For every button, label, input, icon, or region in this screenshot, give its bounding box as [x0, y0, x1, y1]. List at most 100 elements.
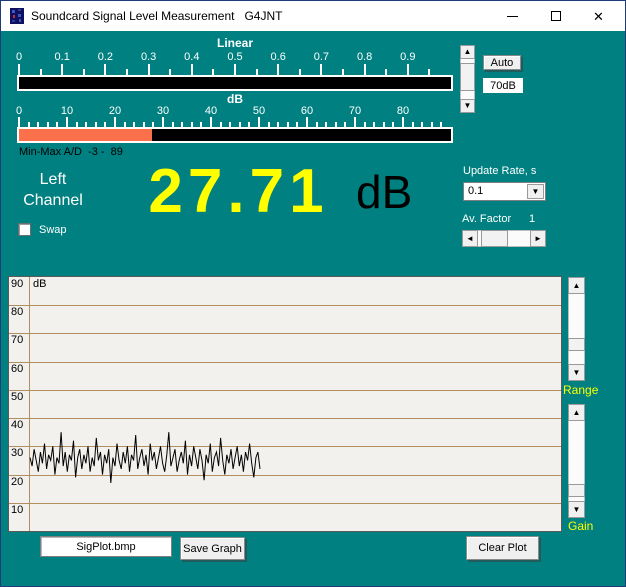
linear-major-tick: [191, 64, 193, 75]
db-tick-label: 30: [148, 105, 178, 117]
chevron-down-icon: ▼: [532, 188, 540, 196]
scale-scrollbar[interactable]: ▲ ▼: [460, 45, 475, 113]
db-major-tick: [210, 117, 212, 127]
close-button[interactable]: ✕: [577, 1, 620, 31]
linear-meter-title: Linear: [1, 36, 469, 50]
av-factor-label: Av. Factor: [462, 213, 511, 225]
channel-label-line2: Channel: [9, 190, 97, 211]
linear-tick-label: 0.3: [134, 51, 164, 63]
up-arrow-icon: ▲: [464, 48, 472, 56]
save-graph-button-label: Save Graph: [183, 543, 242, 555]
gain-scrollbar-up-button[interactable]: ▲: [568, 404, 585, 421]
linear-scale-labels: 00.10.20.30.40.50.60.70.80.9: [19, 51, 451, 64]
linear-major-tick: [364, 64, 366, 75]
signal-plot: dB 908070605040302010: [8, 276, 562, 532]
range-scrollbar-up-button[interactable]: ▲: [568, 277, 585, 294]
channel-label-line1: Left: [9, 169, 97, 190]
linear-tick-label: 0.4: [177, 51, 207, 63]
scale-range-display: 70dB: [483, 78, 523, 93]
window-title: Soundcard Signal Level Measurement G4JNT: [31, 1, 282, 31]
auto-button-label: Auto: [491, 57, 514, 69]
filename-value: SigPlot.bmp: [76, 541, 135, 553]
clear-plot-button[interactable]: Clear Plot: [466, 536, 539, 560]
linear-tick-label: 0.2: [90, 51, 120, 63]
plot-y-tick-label: 80: [11, 306, 23, 318]
db-tick-label: 40: [196, 105, 226, 117]
plot-y-tick-label: 20: [11, 476, 23, 488]
plot-y-tick-label: 30: [11, 447, 23, 459]
app-icon: [9, 8, 25, 24]
range-scrollbar-down-button[interactable]: ▼: [568, 364, 585, 381]
linear-scale-ticks: [19, 64, 451, 75]
db-major-tick: [402, 117, 404, 127]
minimize-button[interactable]: [491, 1, 534, 31]
scale-scrollbar-thumb[interactable]: [460, 63, 475, 91]
db-tick-label: 50: [244, 105, 274, 117]
db-tick-label: 70: [340, 105, 370, 117]
db-major-tick: [354, 117, 356, 127]
plot-y-tick-label: 90: [11, 278, 23, 290]
title-bar: Soundcard Signal Level Measurement G4JNT…: [1, 1, 625, 31]
db-major-tick: [18, 117, 20, 127]
range-scrollbar[interactable]: ▲ ▼: [568, 277, 585, 381]
db-major-tick: [162, 117, 164, 127]
filename-input[interactable]: SigPlot.bmp: [40, 536, 172, 557]
down-arrow-icon: ▼: [573, 369, 581, 377]
av-factor-thumb[interactable]: [481, 230, 508, 247]
maximize-button[interactable]: [534, 1, 577, 31]
plot-y-tick-label: 10: [11, 504, 23, 516]
plot-y-tick-label: 50: [11, 391, 23, 403]
gain-scrollbar-thumb[interactable]: [568, 484, 585, 497]
range-label: Range: [563, 383, 598, 397]
linear-tick-label: 0.8: [350, 51, 380, 63]
update-rate-dropdown[interactable]: 0.1 ▼: [463, 182, 546, 201]
left-arrow-icon: ◄: [466, 235, 474, 243]
db-tick-label: 80: [388, 105, 418, 117]
db-tick-label: 60: [292, 105, 322, 117]
db-level-meter: [17, 127, 453, 143]
up-arrow-icon: ▲: [573, 409, 581, 417]
minimize-icon: [507, 16, 518, 17]
linear-major-tick: [104, 64, 106, 75]
save-graph-button[interactable]: Save Graph: [180, 537, 245, 560]
gain-label: Gain: [568, 519, 593, 533]
down-arrow-icon: ▼: [573, 506, 581, 514]
db-tick-label: 0: [4, 105, 34, 117]
gain-scrollbar[interactable]: ▲ ▼: [568, 404, 585, 518]
linear-tick-label: 0.1: [47, 51, 77, 63]
update-rate-value: 0.1: [468, 185, 483, 197]
linear-major-tick: [234, 64, 236, 75]
gain-scrollbar-down-button[interactable]: ▼: [568, 501, 585, 518]
right-arrow-icon: ►: [534, 235, 542, 243]
scale-scrollbar-up-button[interactable]: ▲: [460, 45, 475, 59]
plot-unit-label: dB: [33, 278, 46, 290]
db-tick-label: 10: [52, 105, 82, 117]
linear-tick-label: 0.7: [306, 51, 336, 63]
linear-tick-label: 0.6: [263, 51, 293, 63]
db-major-tick: [306, 117, 308, 127]
db-major-tick: [66, 117, 68, 127]
linear-tick-label: 0.9: [393, 51, 423, 63]
plot-y-tick-label: 70: [11, 334, 23, 346]
plot-y-tick-label: 60: [11, 363, 23, 375]
maximize-icon: [551, 11, 561, 21]
close-icon: ✕: [593, 10, 604, 23]
clear-plot-button-label: Clear Plot: [478, 542, 526, 554]
minmax-readout: Min-Max A/D -3 - 89: [19, 146, 123, 158]
level-value-readout: 27.71: [116, 156, 361, 227]
av-factor-right-button[interactable]: ►: [530, 230, 546, 247]
range-scrollbar-thumb[interactable]: [568, 338, 585, 351]
auto-button[interactable]: Auto: [483, 55, 521, 70]
update-rate-dropdown-button[interactable]: ▼: [527, 184, 544, 199]
linear-major-tick: [18, 64, 20, 75]
av-factor-scrollbar[interactable]: ◄ ►: [462, 230, 546, 247]
db-scale-ticks: [19, 117, 451, 127]
av-factor-value: 1: [529, 213, 535, 225]
swap-checkbox[interactable]: [18, 223, 31, 236]
down-arrow-icon: ▼: [464, 102, 472, 110]
av-factor-left-button[interactable]: ◄: [462, 230, 478, 247]
linear-tick-label: 0.5: [220, 51, 250, 63]
level-unit-label: dB: [356, 165, 412, 219]
scale-scrollbar-down-button[interactable]: ▼: [460, 99, 475, 113]
swap-checkbox-label: Swap: [39, 224, 67, 236]
